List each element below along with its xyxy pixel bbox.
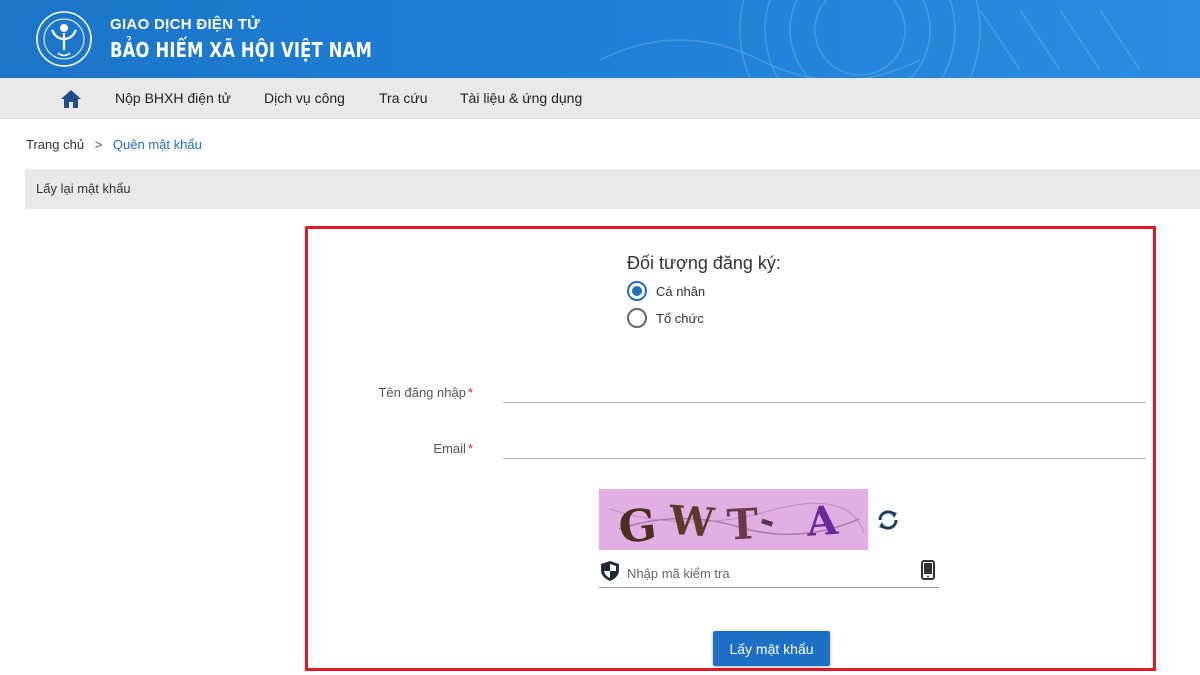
email-input[interactable] — [503, 431, 1146, 459]
breadcrumb-separator: > — [94, 137, 103, 152]
shield-icon — [601, 561, 619, 581]
breadcrumb: Trang chủ > Quên mật khẩu — [26, 137, 202, 152]
bhxh-logo[interactable] — [34, 8, 94, 70]
get-password-button[interactable]: Lấy mật khẩu — [713, 631, 830, 666]
option-ca-nhan[interactable]: Cá nhân — [627, 281, 705, 301]
radio-label-to-chuc: Tổ chức — [656, 310, 704, 326]
username-input[interactable] — [503, 375, 1146, 403]
radio-to-chuc[interactable] — [627, 308, 647, 328]
section-title: Lấy lại mật khẩu — [36, 181, 131, 196]
home-icon[interactable] — [60, 88, 82, 110]
captcha-char: - — [754, 498, 781, 543]
captcha-image: G W T - A — [599, 489, 868, 550]
required-mark: * — [467, 441, 473, 456]
captcha-graphic: G W T - A — [608, 497, 865, 550]
required-mark: * — [467, 385, 473, 400]
refresh-icon[interactable] — [876, 508, 900, 532]
nav-item-tra-cuu[interactable]: Tra cứu — [379, 90, 428, 106]
captcha-input-row — [599, 557, 939, 588]
radio-label-ca-nhan: Cá nhân — [656, 283, 706, 299]
brand-title: BẢO HIỂM XÃ HỘI VIỆT NAM — [110, 38, 373, 62]
captcha-char: W — [667, 497, 717, 547]
radio-ca-nhan[interactable] — [627, 281, 647, 301]
captcha-input[interactable] — [627, 560, 907, 586]
option-to-chuc[interactable]: Tổ chức — [627, 308, 704, 328]
captcha-char: T — [726, 499, 760, 550]
subject-title: Đối tượng đăng ký: — [627, 253, 781, 273]
site-header: GIAO DỊCH ĐIỆN TỬ BẢO HIỂM XÃ HỘI VIỆT N… — [0, 0, 1200, 78]
captcha-char: G — [616, 499, 659, 550]
header-decorative-pattern — [600, 0, 1141, 78]
breadcrumb-home[interactable]: Trang chủ — [26, 137, 84, 152]
nav-item-dich-vu-cong[interactable]: Dịch vụ công — [264, 90, 345, 106]
nav-item-tai-lieu[interactable]: Tài liệu & ứng dụng — [460, 90, 582, 106]
main-navbar: Nộp BHXH điện tử Dịch vụ công Tra cứu Tà… — [0, 78, 1200, 119]
nav-item-nop-bhxh[interactable]: Nộp BHXH điện tử — [115, 90, 231, 106]
username-label: Tên đăng nhập * — [378, 385, 473, 400]
captcha-char: A — [804, 497, 840, 546]
brand-subtitle: GIAO DỊCH ĐIỆN TỬ — [110, 16, 261, 33]
phone-icon[interactable] — [921, 560, 935, 580]
breadcrumb-current[interactable]: Quên mật khẩu — [113, 137, 202, 152]
section-header: Lấy lại mật khẩu — [25, 169, 1200, 209]
email-label: Email * — [433, 441, 473, 456]
